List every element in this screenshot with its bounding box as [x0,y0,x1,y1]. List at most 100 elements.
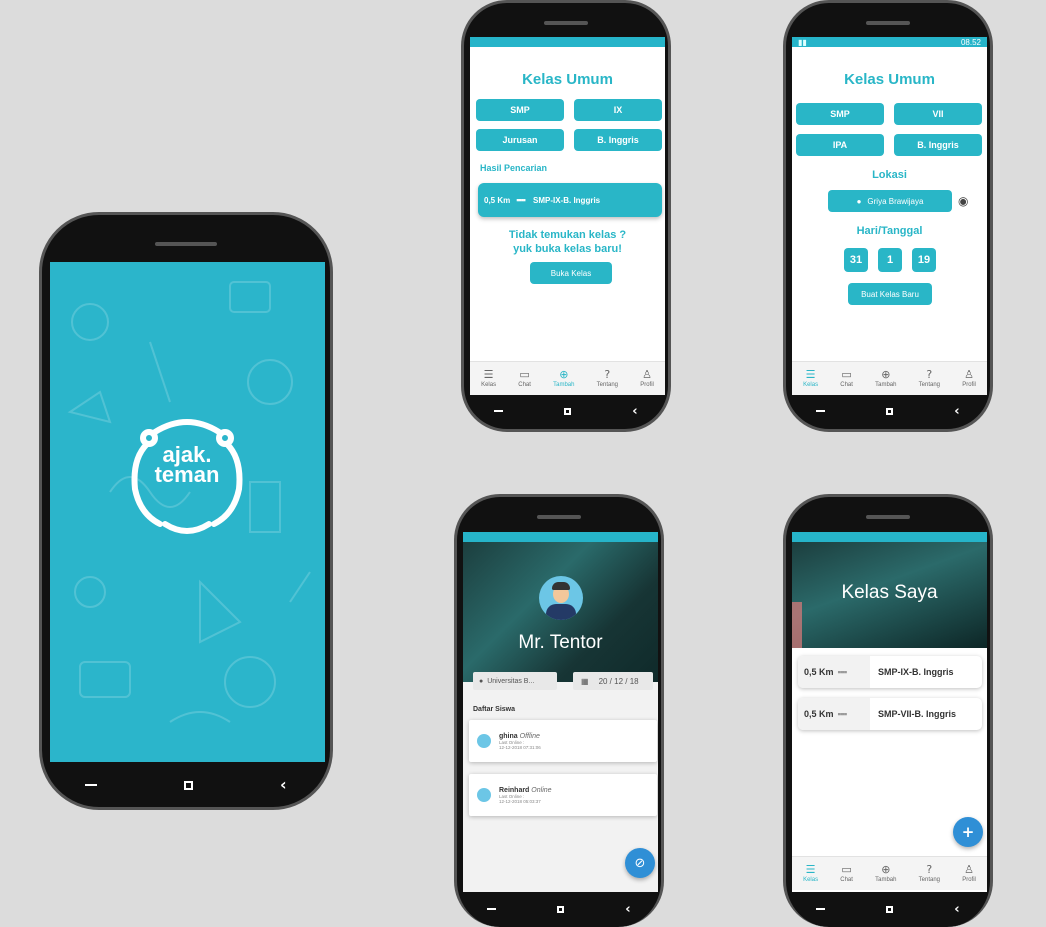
result-class: SMP-IX-B. Inggris [533,195,601,205]
filter-level[interactable]: SMP [796,103,884,125]
class-distance: 0,5 Km [804,667,834,677]
pin-icon: ● [479,677,484,685]
nav-chat[interactable]: ▭ Chat [518,368,531,389]
student-row[interactable]: Reinhard Online Last Online : 12-12-2018… [469,774,657,816]
system-navbar: ‹ [786,404,990,418]
open-class-button[interactable]: Buka Kelas [530,262,612,284]
location-value: Griya Brawijaya [867,196,924,206]
filter-level[interactable]: SMP [476,99,564,121]
help-icon: ? [926,863,933,876]
student-status: Online [531,786,552,794]
home-icon[interactable] [886,407,894,415]
chat-icon: ▭ [841,368,852,381]
nav-profil[interactable]: ♙ Profil [962,368,976,389]
add-class-fab[interactable]: + [953,817,983,847]
recent-apps-icon[interactable] [85,784,98,786]
create-class-button[interactable]: Buat Kelas Baru [848,283,932,305]
home-icon[interactable] [564,407,572,415]
date-year[interactable]: 19 [912,248,936,272]
close-class-fab[interactable]: ⊘ [625,848,655,878]
location-heading: Lokasi [872,169,907,181]
nav-chat[interactable]: ▭ Chat [840,864,853,884]
recent-apps-icon[interactable] [816,410,826,412]
nav-tentang[interactable]: ? Tentang [919,368,940,389]
person-icon: ♙ [964,368,974,381]
date-chip[interactable]: ▦ 20 / 12 / 18 [573,672,653,690]
bottom-nav: ☰ Kelas ▭ Chat ⊕ Tambah ? Tentang ♙ Profil [470,361,665,395]
nav-kelas[interactable]: ☰ Kelas [481,369,496,389]
back-icon[interactable]: ‹ [625,903,630,916]
class-distance-box: 0,5 Km ▪▪▪▪ [798,656,870,688]
my-classes-screen: Kelas Saya 0,5 Km ▪▪▪▪ SMP-IX-B. Inggris … [792,532,987,892]
nav-tambah[interactable]: ⊕ Tambah [553,369,574,389]
list-heading: Daftar Siswa [473,706,516,713]
nav-profil[interactable]: ♙ Profil [962,863,976,884]
student-avatar [477,788,491,802]
back-icon[interactable]: ‹ [954,903,959,916]
filter-grade[interactable]: VII [894,103,982,125]
filter-major[interactable]: IPA [796,134,884,156]
filter-subject[interactable]: B. Inggris [574,129,662,151]
back-icon[interactable]: ‹ [954,405,959,418]
help-icon: ? [926,368,933,381]
location-field[interactable]: ● Griya Brawijaya [828,190,952,212]
home-icon[interactable] [184,780,194,790]
visibility-eye-icon[interactable]: ◉ [958,194,968,208]
home-icon[interactable] [886,905,894,913]
search-screen: Kelas Umum SMP IX Jurusan B. Inggris Has… [470,37,665,395]
seat-icon: ▪▪▪▪ [516,195,526,205]
last-online-time: 12-12-2018 05:03:37 [499,798,541,804]
seat-icon: ▪▪▪▪ [837,709,848,719]
nav-kelas[interactable]: ☰ Kelas [803,369,818,389]
avatar-body [546,604,576,620]
chat-icon: ▭ [519,368,530,381]
recent-apps-icon[interactable] [494,410,504,412]
date-day[interactable]: 31 [844,248,868,272]
class-name: SMP-IX-B. Inggris [878,667,954,677]
student-row[interactable]: ghina Offline Last Online : 12-12-2018 0… [469,720,657,762]
tentor-name: Mr. Tentor [518,632,603,653]
phone-speaker [866,21,910,25]
bottom-nav: ☰ Kelas ▭ Chat ⊕ Tambah ? Tentang ♙ Profil [792,361,987,395]
result-card[interactable]: 0,5 Km ▪▪▪▪ SMP-IX-B. Inggris [478,183,662,217]
back-icon[interactable]: ‹ [280,777,287,793]
system-navbar: ‹ [786,902,990,916]
phone-speaker [537,515,581,519]
help-icon: ? [604,368,611,381]
back-icon[interactable]: ‹ [632,405,637,418]
nav-profil[interactable]: ♙ Profil [640,369,654,389]
nav-tambah[interactable]: ⊕ Tambah [875,369,896,389]
location-chip[interactable]: ● Universitas B... [473,672,557,690]
nav-kelas[interactable]: ☰ Kelas [803,863,818,884]
page-title: Kelas Saya [841,582,938,603]
filter-grade[interactable]: IX [574,99,662,121]
logo-text: ajak. teman [117,444,257,486]
phone-tentor: Mr. Tentor ● Universitas B... ▦ 20 / 12 / … [454,494,664,927]
person-icon: ♙ [964,863,974,876]
class-card[interactable]: 0,5 Km ▪▪▪▪ SMP-IX-B. Inggris [798,656,982,688]
nav-tentang[interactable]: ? Tentang [597,368,618,389]
nav-tambah[interactable]: ⊕ Tambah [875,863,896,884]
nav-chat[interactable]: ▭ Chat [840,368,853,389]
filter-major[interactable]: Jurusan [476,129,564,151]
list-icon: ☰ [805,863,816,876]
recent-apps-icon[interactable] [487,908,497,910]
status-bar: ▮▮ 08.52 [792,37,987,47]
recent-apps-icon[interactable] [816,908,826,910]
class-card[interactable]: 0,5 Km ▪▪▪▪ SMP-VII-B. Inggris [798,698,982,730]
student-info: ghina Offline Last Online : 12-12-2018 0… [499,733,541,750]
last-online-time: 12-12-2018 07:31:06 [499,744,541,750]
page-title: Kelas Umum [522,71,613,88]
filter-subject[interactable]: B. Inggris [894,134,982,156]
system-navbar: ‹ [464,404,668,418]
status-bar [470,37,665,47]
create-screen: ▮▮ 08.52 Kelas Umum SMP VII IPA B. Inggri… [792,37,987,395]
seat-icon: ▪▪▪▪ [837,667,848,677]
add-circle-icon: ⊕ [881,863,891,876]
nav-tentang[interactable]: ? Tentang [919,863,940,884]
date-month[interactable]: 1 [878,248,902,272]
phone-create: ▮▮ 08.52 Kelas Umum SMP VII IPA B. Inggri… [783,0,993,432]
not-found-line-2: yuk buka kelas baru! [513,243,622,255]
pin-icon: ● [856,196,862,206]
home-icon[interactable] [557,905,565,913]
